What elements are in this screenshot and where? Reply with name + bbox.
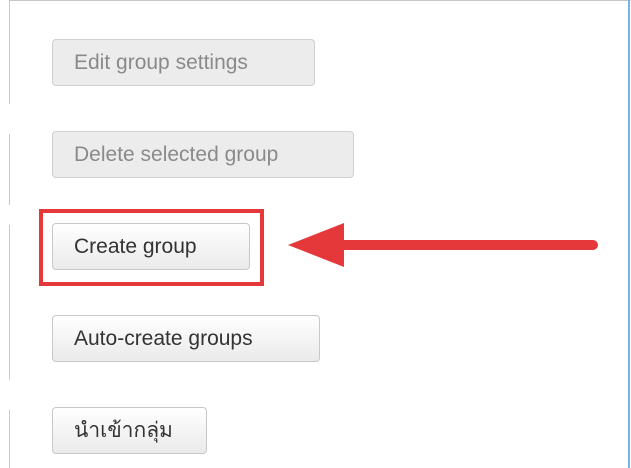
edit-group-settings-button[interactable]: Edit group settings [52, 39, 315, 86]
panel-border-gap [9, 205, 11, 225]
arrow-head [288, 223, 344, 267]
create-group-highlight-box [39, 209, 264, 286]
panel-border-gap [9, 380, 11, 410]
red-arrow-annotation-icon [288, 223, 598, 267]
import-groups-button[interactable]: นำเข้ากลุ่ม [52, 407, 207, 454]
auto-create-groups-button[interactable]: Auto-create groups [52, 315, 320, 362]
delete-selected-group-button[interactable]: Delete selected group [52, 131, 354, 178]
group-actions-panel: Edit group settings Delete selected grou… [0, 0, 631, 468]
panel-top-border [9, 0, 631, 1]
panel-border-gap [9, 104, 11, 134]
panel-right-border [628, 0, 630, 468]
